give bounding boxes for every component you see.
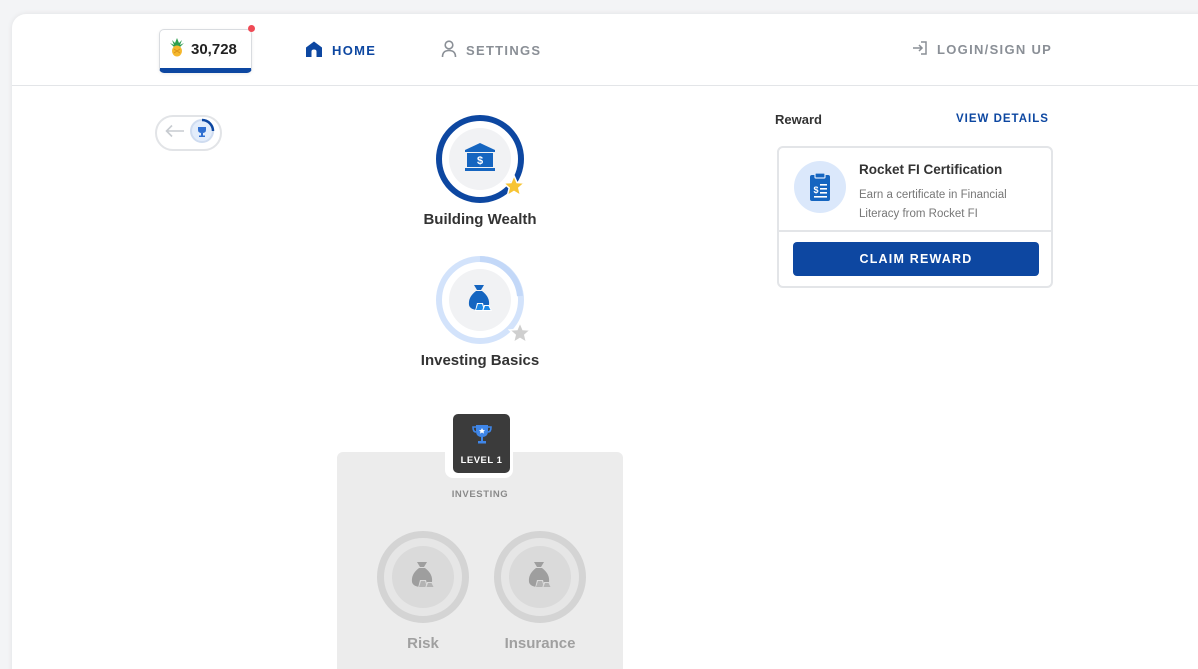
login-icon xyxy=(912,40,928,59)
unit-investing-basics[interactable]: Investing Basics xyxy=(420,256,540,369)
nav-home-label: HOME xyxy=(332,43,377,58)
money-bag-icon xyxy=(408,560,438,595)
unit-title: Risk xyxy=(407,635,439,652)
unit-title: Building Wealth xyxy=(423,211,537,228)
points-counter[interactable]: 30,728 xyxy=(159,25,255,73)
star-icon xyxy=(501,173,527,203)
reward-title: Rocket FI Certification xyxy=(859,162,1003,177)
reward-info: $ Rocket FI Certification Earn a certifi… xyxy=(779,148,1051,232)
bank-icon: $ xyxy=(464,142,496,177)
reward-card: $ Rocket FI Certification Earn a certifi… xyxy=(777,146,1053,288)
unit-risk[interactable]: Risk xyxy=(377,531,469,652)
top-nav-bar: 30,728 HOME SETTINGS LOGIN/SIGN UP xyxy=(12,14,1198,86)
app-window: 30,728 HOME SETTINGS LOGIN/SIGN UP $ Bui… xyxy=(12,14,1198,669)
claim-reward-button[interactable]: CLAIM REWARD xyxy=(793,242,1039,276)
money-bag-icon xyxy=(465,283,495,318)
unit-title: Investing Basics xyxy=(420,352,540,369)
unit-building-wealth[interactable]: $ Building Wealth xyxy=(420,115,540,228)
reward-heading: Reward xyxy=(775,112,822,127)
view-details-link[interactable]: VIEW DETAILS xyxy=(956,113,1049,125)
level-badge: LEVEL 1 xyxy=(453,414,510,473)
svg-text:$: $ xyxy=(813,185,818,195)
unit-progress-ring xyxy=(377,531,469,623)
trophy-progress-icon xyxy=(189,118,215,149)
home-icon xyxy=(305,40,323,61)
nav-login[interactable]: LOGIN/SIGN UP xyxy=(912,40,1052,59)
nav-settings-label: SETTINGS xyxy=(466,43,542,58)
star-icon xyxy=(507,320,533,350)
nav-settings[interactable]: SETTINGS xyxy=(441,40,541,61)
unit-progress-ring xyxy=(494,531,586,623)
trophy-icon xyxy=(471,423,493,450)
points-value: 30,728 xyxy=(191,40,237,58)
nav-home[interactable]: HOME xyxy=(305,40,376,61)
notification-dot xyxy=(248,25,255,32)
svg-text:$: $ xyxy=(477,155,483,167)
level-name: INVESTING xyxy=(451,489,509,500)
reward-description: Earn a certificate in Financial Literacy… xyxy=(859,189,1007,220)
unit-progress-ring xyxy=(436,256,533,345)
unit-insurance[interactable]: Insurance xyxy=(494,531,586,652)
unit-title: Insurance xyxy=(504,635,576,652)
certificate-icon: $ xyxy=(794,161,846,213)
user-icon xyxy=(441,40,457,61)
unit-progress-ring: $ xyxy=(436,115,527,203)
level-badge-label: LEVEL 1 xyxy=(460,455,503,466)
arrow-left-icon xyxy=(165,124,185,143)
back-button[interactable] xyxy=(155,115,222,151)
money-bag-icon xyxy=(525,560,555,595)
nav-login-label: LOGIN/SIGN UP xyxy=(937,42,1053,57)
pineapple-icon xyxy=(169,37,185,62)
